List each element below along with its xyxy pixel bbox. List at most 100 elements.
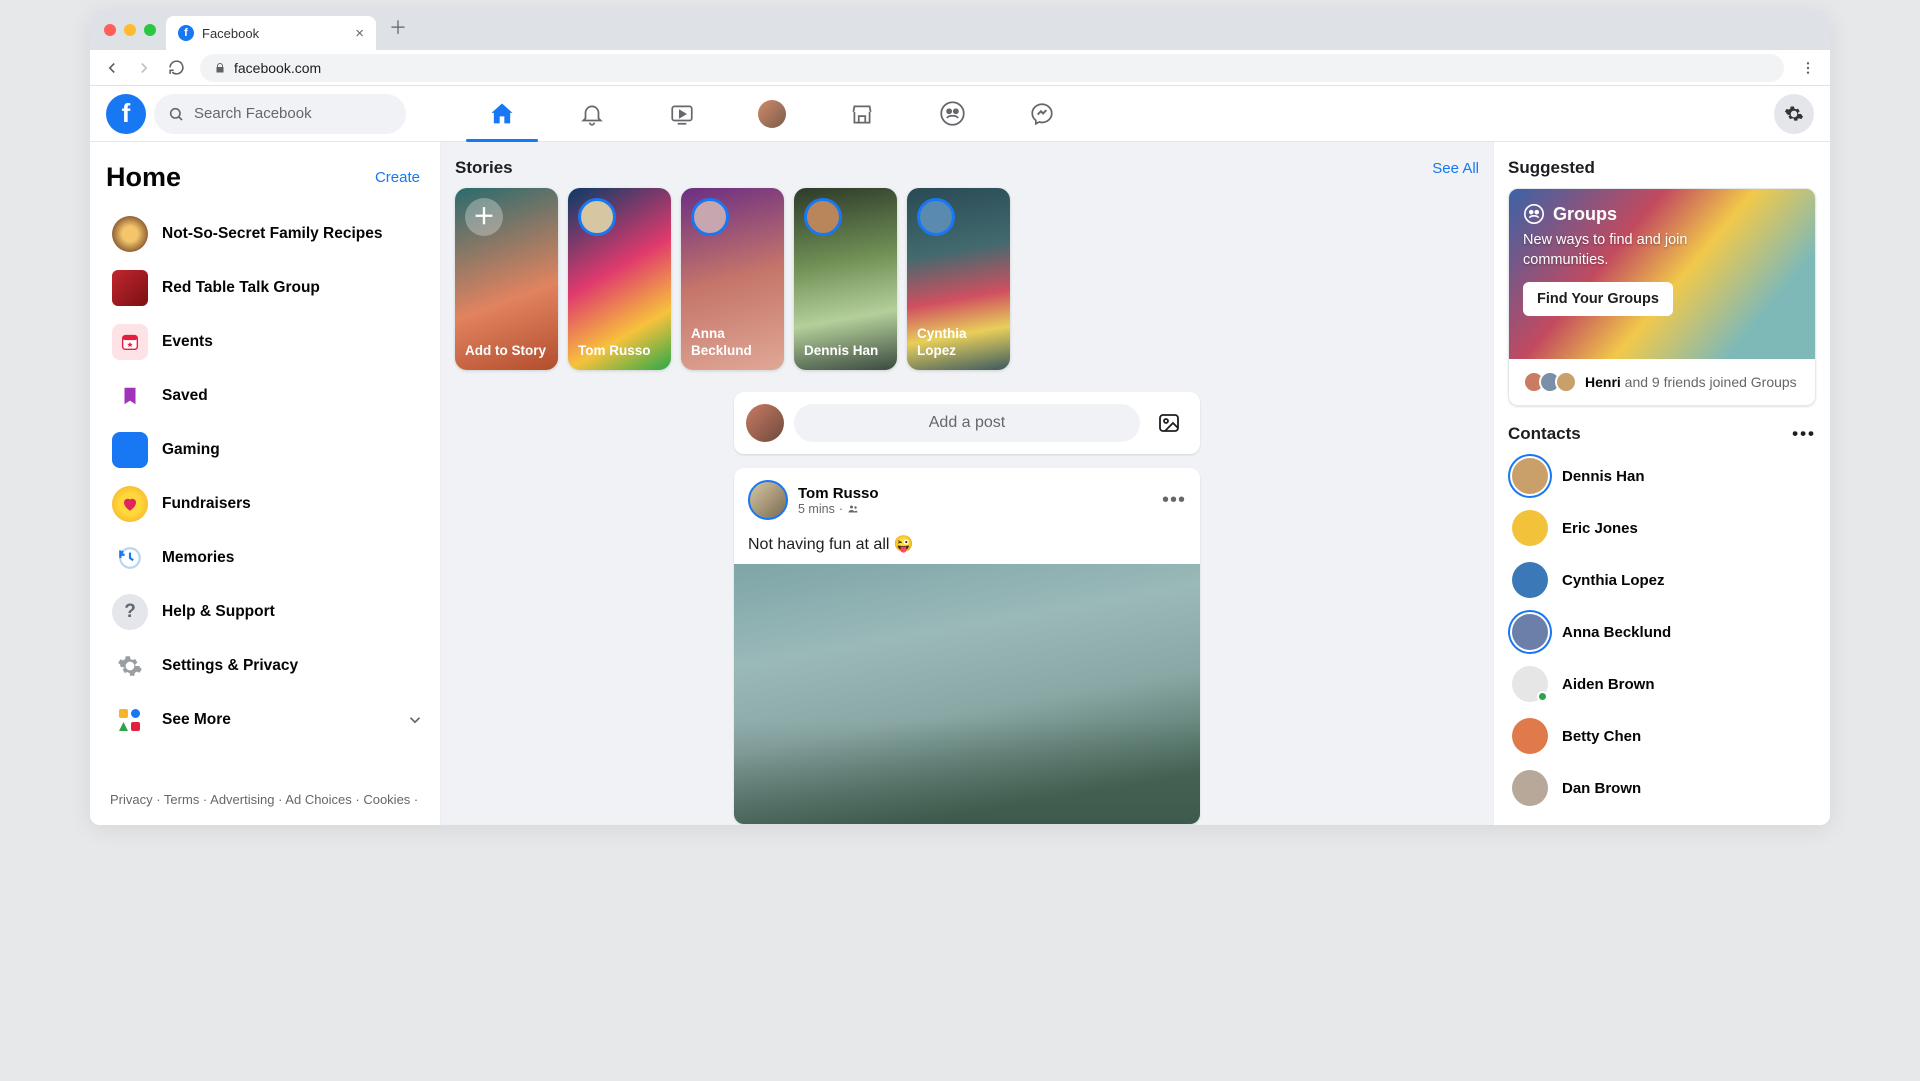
home-icon (488, 100, 516, 128)
contact-row[interactable]: Anna Becklund (1508, 606, 1816, 658)
add-photo-button[interactable] (1150, 404, 1188, 442)
sidebar-item-redtable[interactable]: Red Table Talk Group (104, 261, 432, 315)
contact-row[interactable]: Eric Jones (1508, 502, 1816, 554)
story-label: Dennis Han (804, 343, 878, 360)
contact-row[interactable]: Betty Chen (1508, 710, 1816, 762)
search-placeholder: Search Facebook (194, 105, 312, 122)
sidebar-item-saved[interactable]: Saved (104, 369, 432, 423)
tab-title: Facebook (202, 26, 259, 41)
contact-row[interactable]: Dan Brown (1508, 762, 1816, 814)
bell-icon (579, 101, 605, 127)
sidebar-item-help[interactable]: ? Help & Support (104, 585, 432, 639)
story-avatar (578, 198, 616, 236)
nav-notifications[interactable] (566, 88, 618, 140)
nav-watch[interactable] (656, 88, 708, 140)
composer-input[interactable]: Add a post (794, 404, 1140, 442)
gear-icon (1784, 104, 1804, 124)
marketplace-icon (849, 101, 875, 127)
contact-name: Eric Jones (1562, 520, 1638, 537)
suggested-card: Groups New ways to find and join communi… (1508, 188, 1816, 406)
search-input[interactable]: Search Facebook (154, 94, 406, 134)
url-text: facebook.com (234, 60, 321, 76)
contact-name: Dennis Han (1562, 468, 1645, 485)
create-link[interactable]: Create (375, 169, 420, 186)
contacts-menu-button[interactable]: ••• (1792, 424, 1816, 444)
friends-icon (847, 503, 859, 515)
sidebar-item-label: Events (162, 333, 213, 351)
right-sidebar: Suggested Groups New ways to find and jo… (1494, 142, 1830, 825)
lock-icon (214, 62, 226, 74)
window-controls (104, 24, 156, 36)
contact-row[interactable]: Aiden Brown (1508, 658, 1816, 710)
contact-name: Anna Becklund (1562, 624, 1671, 641)
minimize-window-button[interactable] (124, 24, 136, 36)
sidebar-item-events[interactable]: Events (104, 315, 432, 369)
address-bar[interactable]: facebook.com (200, 54, 1784, 82)
app-header: f Search Facebook (90, 86, 1830, 142)
sidebar-item-fundraisers[interactable]: Fundraisers (104, 477, 432, 531)
see-all-link[interactable]: See All (1432, 160, 1479, 177)
chevron-down-icon (406, 711, 424, 729)
nav-messenger[interactable] (1016, 88, 1068, 140)
footer-links[interactable]: Privacy · Terms · Advertising · Ad Choic… (104, 782, 432, 825)
avatar-icon (758, 100, 786, 128)
back-button[interactable] (98, 54, 126, 82)
story-add[interactable]: ＋ Add to Story (455, 188, 558, 370)
memories-icon (112, 540, 148, 576)
story-label: Cynthia Lopez (917, 326, 1000, 360)
contact-avatar (1512, 614, 1548, 650)
help-icon: ? (112, 594, 148, 630)
post-author[interactable]: Tom Russo (798, 485, 879, 502)
story-card[interactable]: Cynthia Lopez (907, 188, 1010, 370)
sidebar-item-settings[interactable]: Settings & Privacy (104, 639, 432, 693)
contact-avatar (1512, 666, 1548, 702)
contact-avatar (1512, 770, 1548, 806)
forward-button[interactable] (130, 54, 158, 82)
post-avatar[interactable] (748, 480, 788, 520)
contacts-list: Dennis Han Eric Jones Cynthia Lopez Anna Be… (1508, 450, 1816, 814)
sidebar-item-seemore[interactable]: See More (104, 693, 432, 747)
nav-groups[interactable] (926, 88, 978, 140)
story-avatar (917, 198, 955, 236)
stories-row: ＋ Add to Story Tom Russo Anna Becklund D… (455, 188, 1479, 370)
story-card[interactable]: Anna Becklund (681, 188, 784, 370)
contact-row[interactable]: Dennis Han (1508, 450, 1816, 502)
saved-icon (112, 378, 148, 414)
contact-name: Dan Brown (1562, 780, 1641, 797)
post-time: 5 mins (798, 502, 835, 516)
post-image[interactable] (734, 564, 1200, 824)
nav-profile[interactable] (746, 88, 798, 140)
story-card[interactable]: Dennis Han (794, 188, 897, 370)
post-meta: 5 mins · (798, 502, 879, 516)
sidebar-item-label: Help & Support (162, 603, 275, 621)
nav-home[interactable] (476, 88, 528, 140)
settings-button[interactable] (1774, 94, 1814, 134)
post-menu-button[interactable]: ••• (1162, 489, 1186, 512)
sidebar-item-gaming[interactable]: Gaming (104, 423, 432, 477)
sidebar-item-memories[interactable]: Memories (104, 531, 432, 585)
sidebar-item-recipes[interactable]: Not-So-Secret Family Recipes (104, 207, 432, 261)
see-more-icon (112, 702, 148, 738)
story-card[interactable]: Tom Russo (568, 188, 671, 370)
sidebar-item-label: Not-So-Secret Family Recipes (162, 225, 383, 243)
story-avatar (804, 198, 842, 236)
photo-icon (1157, 411, 1181, 435)
find-groups-button[interactable]: Find Your Groups (1523, 282, 1673, 316)
close-tab-button[interactable]: × (355, 25, 364, 42)
new-tab-button[interactable]: ＋ (384, 14, 412, 46)
contact-avatar (1512, 718, 1548, 754)
reload-button[interactable] (162, 54, 190, 82)
feed-column: Stories See All ＋ Add to Story Tom Russo… (440, 142, 1494, 825)
composer-avatar[interactable] (746, 404, 784, 442)
nav-marketplace[interactable] (836, 88, 888, 140)
facebook-logo[interactable]: f (106, 94, 146, 134)
contact-avatar (1512, 562, 1548, 598)
browser-menu-button[interactable] (1794, 54, 1822, 82)
sidebar-item-label: Fundraisers (162, 495, 251, 513)
maximize-window-button[interactable] (144, 24, 156, 36)
browser-tab[interactable]: f Facebook × (166, 16, 376, 50)
group-avatar-icon (112, 270, 148, 306)
plus-icon: ＋ (465, 198, 503, 236)
close-window-button[interactable] (104, 24, 116, 36)
contact-row[interactable]: Cynthia Lopez (1508, 554, 1816, 606)
